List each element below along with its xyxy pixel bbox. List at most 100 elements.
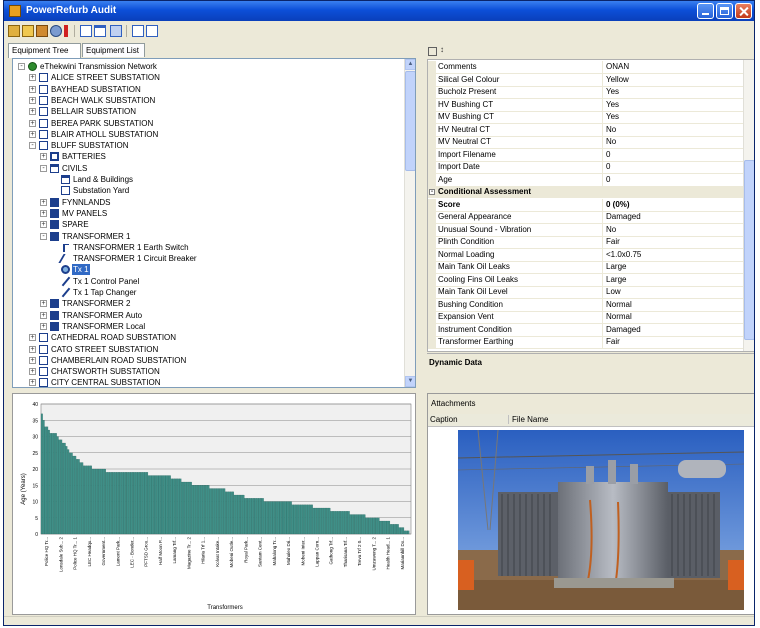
age-bar[interactable] (374, 517, 377, 535)
age-bar[interactable] (312, 507, 315, 535)
age-bar[interactable] (393, 524, 396, 535)
age-bar[interactable] (258, 498, 261, 535)
age-bar[interactable] (272, 501, 275, 535)
age-bar[interactable] (170, 478, 173, 535)
age-bar[interactable] (54, 433, 57, 535)
property-value[interactable]: Normal (602, 298, 754, 311)
property-row[interactable]: Import Filename 0 (428, 148, 743, 162)
age-bar[interactable] (56, 436, 59, 535)
age-bar[interactable] (407, 530, 410, 535)
age-bar[interactable] (214, 488, 217, 535)
collapse-icon[interactable]: - (29, 142, 36, 150)
property-row[interactable]: MV Neutral CT No (428, 136, 743, 150)
age-bar[interactable] (205, 485, 208, 535)
age-bar[interactable] (353, 514, 355, 535)
age-bar[interactable] (268, 501, 271, 535)
age-bar[interactable] (328, 507, 331, 535)
age-bar[interactable] (67, 449, 70, 535)
expand-icon[interactable] (132, 25, 144, 37)
scroll-up-icon[interactable]: ▲ (405, 59, 415, 70)
property-row[interactable]: Import Date 0 (428, 161, 743, 175)
tree-node-label[interactable]: CHAMBERLAIN ROAD SUBSTATION (50, 355, 187, 366)
tree-node-label[interactable]: BEACH WALK SUBSTATION (50, 95, 156, 106)
age-bar[interactable] (310, 504, 313, 535)
age-bar[interactable] (49, 433, 52, 535)
expand-icon[interactable]: + (29, 130, 36, 138)
property-row[interactable]: General Appearance Damaged (428, 211, 743, 225)
age-bar[interactable] (230, 491, 233, 535)
age-bar[interactable] (225, 491, 227, 535)
age-bar[interactable] (279, 501, 282, 535)
age-bar[interactable] (139, 472, 142, 535)
age-bar[interactable] (379, 520, 382, 535)
tree-node-label[interactable]: CITY CENTRAL SUBSTATION (50, 377, 162, 387)
expand-icon[interactable]: + (29, 85, 36, 93)
collapse-icon[interactable]: - (18, 63, 25, 70)
age-bar[interactable] (325, 507, 327, 535)
age-bar[interactable] (270, 501, 273, 535)
age-bar[interactable] (246, 498, 248, 535)
tree-node-label[interactable]: CHATSWORTH SUBSTATION (50, 366, 161, 377)
property-value[interactable]: 0 (602, 173, 754, 186)
age-bar[interactable] (377, 517, 380, 535)
age-bar[interactable] (109, 472, 112, 535)
age-bar[interactable] (188, 481, 191, 535)
tree-node-label[interactable]: TRANSFORMER 1 Earth Switch (72, 242, 190, 253)
age-bar[interactable] (51, 433, 54, 535)
property-row[interactable]: Instrument Condition Damaged (428, 323, 743, 337)
open-folder-icon[interactable] (22, 25, 34, 37)
tab-equipment-list[interactable]: Equipment List (82, 43, 145, 57)
age-bar[interactable] (358, 514, 361, 535)
age-bar[interactable] (156, 475, 159, 535)
age-bar[interactable] (158, 475, 161, 535)
property-value[interactable]: Damaged (602, 323, 754, 336)
property-row[interactable]: Main Tank Oil Level Low (428, 286, 743, 300)
age-bar[interactable] (198, 485, 201, 535)
tree-node-label[interactable]: BATTERIES (61, 151, 107, 162)
expand-icon[interactable]: + (29, 356, 36, 364)
age-bar[interactable] (135, 472, 138, 535)
age-bar[interactable] (184, 481, 187, 535)
property-value[interactable]: Yes (602, 111, 754, 123)
age-bar[interactable] (319, 507, 322, 535)
property-value[interactable]: 0 (602, 161, 754, 173)
tree-node-label[interactable]: BLAIR ATHOLL SUBSTATION (50, 129, 159, 140)
property-value[interactable]: <1.0x0.75 (602, 248, 754, 261)
age-bar[interactable] (323, 507, 326, 535)
age-bar[interactable] (309, 504, 312, 535)
age-bar[interactable] (211, 488, 213, 535)
age-bar[interactable] (75, 459, 78, 535)
age-bar[interactable] (111, 472, 113, 535)
age-bar[interactable] (249, 498, 252, 535)
age-bar[interactable] (284, 501, 287, 535)
age-bar[interactable] (375, 517, 378, 535)
age-bar[interactable] (165, 475, 168, 535)
age-bar[interactable] (302, 504, 305, 535)
age-bar[interactable] (207, 485, 210, 535)
age-bar[interactable] (186, 481, 189, 535)
age-bar[interactable] (95, 468, 98, 535)
age-bar[interactable] (70, 452, 73, 535)
age-bar[interactable] (228, 491, 231, 535)
age-bar[interactable] (65, 446, 68, 535)
property-value[interactable]: Yes (602, 86, 754, 98)
alphabetical-icon[interactable]: ↕ (440, 45, 444, 54)
age-bar[interactable] (389, 524, 392, 535)
age-bar[interactable] (263, 501, 266, 535)
collapse-icon[interactable]: - (40, 164, 47, 172)
column-caption[interactable]: Caption (430, 415, 509, 424)
age-bar[interactable] (218, 488, 220, 535)
scroll-thumb[interactable] (405, 71, 415, 171)
age-bar[interactable] (386, 520, 389, 535)
property-value[interactable]: Yes (602, 98, 754, 111)
tree-node-label[interactable]: Tx 1 (72, 264, 90, 276)
property-row[interactable]: Main Tank Oil Leaks Large (428, 261, 743, 275)
collapse-icon[interactable]: - (429, 189, 435, 195)
age-bar[interactable] (391, 524, 394, 535)
age-bar[interactable] (100, 468, 103, 535)
age-bar[interactable] (314, 507, 317, 535)
property-value[interactable]: Large (602, 273, 754, 286)
tab-equipment-tree[interactable]: Equipment Tree (8, 43, 81, 58)
tree-node-label[interactable]: BEREA PARK SUBSTATION (50, 118, 154, 129)
age-bar[interactable] (356, 514, 359, 535)
